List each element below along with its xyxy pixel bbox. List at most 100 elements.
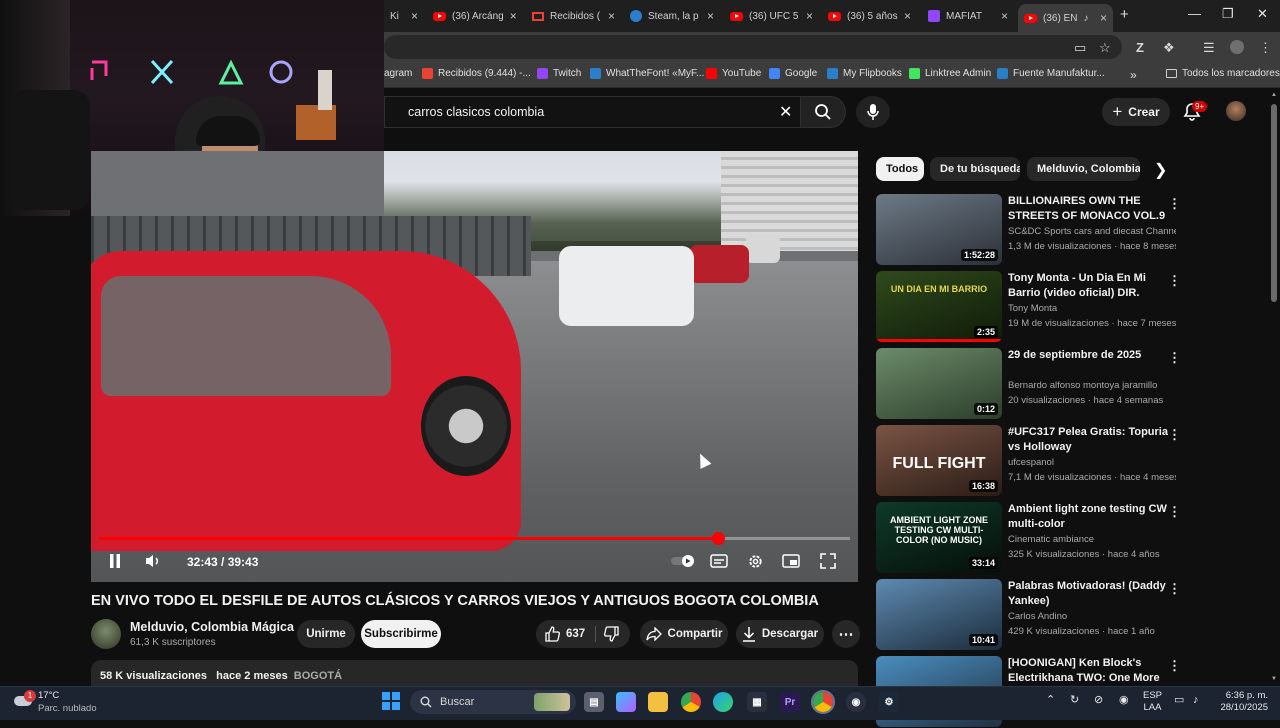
clock[interactable]: 6:36 p. m. 28/10/2025 [1214, 690, 1268, 714]
bookmark-item[interactable]: WhatTheFont! «MyF... [590, 68, 704, 79]
volume-button[interactable] [142, 551, 164, 571]
recommendation-item[interactable]: AMBIENT LIGHT ZONE TESTING CW MULTI-COLO… [876, 502, 1186, 574]
scroll-up-arrow-icon[interactable]: ▲ [1271, 92, 1277, 98]
chips-next-chevron-icon[interactable]: ❯ [1154, 160, 1167, 180]
bookmark-item[interactable]: My Flipbooks [827, 68, 902, 79]
weather-widget[interactable]: 1 [14, 690, 36, 710]
cast-icon[interactable]: ▭ [1074, 40, 1086, 56]
video-thumbnail[interactable]: AMBIENT LIGHT ZONE TESTING CW MULTI-COLO… [876, 502, 1002, 573]
recommendation-title[interactable]: Tony Monta - Un Dia En Mi Barrio (video … [1008, 271, 1168, 301]
taskbar-search[interactable]: Buscar [410, 690, 576, 714]
browser-tab[interactable]: MAFIAT × [922, 4, 1014, 28]
steam-icon[interactable]: ⚙ [879, 692, 899, 712]
tray-overflow-icon[interactable]: ⌃ [1046, 694, 1055, 706]
fullscreen-button[interactable] [818, 552, 838, 570]
close-tab-icon[interactable]: × [707, 9, 714, 23]
bookmark-item[interactable]: Linktree Admin [909, 68, 991, 79]
browser-tab[interactable]: Steam, la p × [624, 4, 720, 28]
account-avatar[interactable] [1226, 101, 1246, 121]
bookmarks-overflow-button[interactable]: » [1130, 68, 1137, 82]
browser-tab[interactable]: (36) UFC 5 × [724, 4, 819, 28]
video-thumbnail[interactable]: 0:12 [876, 348, 1002, 419]
recommendation-title[interactable]: #UFC317 Pelea Gratis: Topuria vs Hollowa… [1008, 425, 1168, 455]
video-player[interactable] [91, 151, 858, 582]
tray-sync-icon[interactable]: ↻ [1070, 694, 1079, 706]
recommendation-title[interactable]: [HOONIGAN] Ken Block's Electrikhana TWO:… [1008, 656, 1168, 686]
recommendation-item[interactable]: 0:12 29 de septiembre de 2025 Bernardo alf… [876, 348, 1186, 420]
extension-z-icon[interactable]: Z [1136, 40, 1144, 55]
miniplayer-button[interactable] [781, 552, 801, 570]
more-options-icon[interactable]: ⋮ [1168, 273, 1181, 289]
more-options-icon[interactable]: ⋮ [1168, 581, 1181, 597]
filter-chip[interactable]: Todos [876, 157, 924, 181]
voice-search-button[interactable] [856, 96, 890, 128]
recommendation-title[interactable]: Palabras Motivadoras! (Daddy Yankee) [1008, 579, 1168, 609]
bookmark-item[interactable]: YouTube [706, 68, 761, 79]
recommendation-item[interactable]: FULL FIGHT 16:38 #UFC317 Pelea Gratis: Top… [876, 425, 1186, 497]
recommendation-channel[interactable]: ufcespanol [1008, 457, 1176, 468]
network-icon[interactable]: ▭ [1174, 694, 1184, 706]
browser-tab[interactable]: (36) Arcáng × [427, 4, 522, 28]
bookmark-item[interactable]: Google [769, 68, 817, 79]
tray-mic-icon[interactable]: ◉ [1119, 694, 1129, 706]
recommendation-channel[interactable]: SC&DC Sports cars and diecast Channel [1008, 226, 1176, 237]
more-options-icon[interactable]: ⋮ [1168, 427, 1181, 443]
location-tag[interactable]: BOGOTÁ [294, 670, 342, 682]
recommendation-item[interactable]: UN DIA EN MI BARRIO 2:35 Tony Monta - Un D… [876, 271, 1186, 343]
chrome-active-icon[interactable] [811, 690, 835, 714]
more-options-icon[interactable]: ⋮ [1168, 658, 1181, 674]
video-thumbnail[interactable]: 1:52:28 [876, 194, 1002, 265]
close-tab-icon[interactable]: × [510, 9, 517, 23]
subscribe-button[interactable]: Subscribirme [361, 620, 441, 648]
subtitles-button[interactable] [709, 552, 729, 570]
close-tab-icon[interactable]: × [904, 9, 911, 23]
store-icon[interactable]: ▦ [747, 692, 767, 712]
tray-network-off-icon[interactable]: ⊘ [1094, 694, 1103, 706]
thumbs-down-icon[interactable] [604, 626, 620, 642]
search-input[interactable]: carros clasicos colombia ✕ [384, 96, 806, 128]
file-explorer-icon[interactable] [648, 692, 668, 712]
obs-icon[interactable]: ◉ [846, 692, 866, 712]
video-thumbnail[interactable]: UN DIA EN MI BARRIO 2:35 [876, 271, 1002, 342]
all-bookmarks-button[interactable]: Todos los marcadores [1166, 68, 1280, 79]
copilot-icon[interactable] [616, 692, 636, 712]
download-button[interactable]: Descargar [736, 620, 824, 648]
browser-tab[interactable]: (36) EN ♪ × [1018, 4, 1113, 32]
filter-chip[interactable]: De tu búsqueda [930, 157, 1020, 181]
settings-button[interactable] [745, 551, 765, 571]
more-options-icon[interactable]: ⋮ [1168, 196, 1181, 212]
chrome-icon[interactable] [681, 692, 701, 712]
clear-search-icon[interactable]: ✕ [779, 102, 792, 122]
start-button[interactable] [382, 692, 400, 710]
scrollbar-thumb[interactable] [1271, 104, 1277, 302]
close-tab-icon[interactable]: × [1100, 11, 1107, 25]
recommendation-channel[interactable]: Carlos Andino [1008, 611, 1176, 622]
browser-menu-icon[interactable]: ⋮ [1259, 40, 1272, 56]
browser-tab[interactable]: (36) 5 años × [822, 4, 917, 28]
extensions-puzzle-icon[interactable]: ❖ [1163, 40, 1175, 56]
profile-icon[interactable] [1230, 40, 1244, 54]
bookmark-star-icon[interactable]: ☆ [1099, 40, 1111, 56]
bookmark-item[interactable]: Recibidos (9.444) -... [422, 68, 531, 79]
search-button[interactable] [800, 96, 846, 128]
channel-avatar[interactable] [91, 619, 121, 649]
media-controls-icon[interactable]: ☰ [1203, 40, 1215, 56]
autoplay-toggle[interactable] [671, 552, 697, 570]
close-tab-icon[interactable]: × [806, 9, 813, 23]
close-tab-icon[interactable]: × [608, 9, 615, 23]
speaker-icon[interactable]: ♪ [1193, 694, 1199, 706]
keyboard-language[interactable]: ESP LAA [1143, 690, 1162, 714]
bookmark-item[interactable]: Fuente Manufaktur... [997, 68, 1105, 79]
create-button[interactable]: + Crear [1102, 98, 1170, 126]
more-options-icon[interactable]: ⋮ [1168, 350, 1181, 366]
recommendation-item[interactable]: 10:41 Palabras Motivadoras! (Daddy Yankee… [876, 579, 1186, 651]
filter-chip[interactable]: Melduvio, Colombia M [1027, 157, 1140, 181]
progress-scrubber[interactable] [711, 532, 725, 545]
like-count[interactable]: 637 [566, 628, 585, 640]
close-window-icon[interactable]: ✕ [1257, 6, 1268, 22]
recommendation-channel[interactable]: Bernardo alfonso montoya jaramillo [1008, 380, 1176, 391]
recommendation-channel[interactable]: Tony Monta [1008, 303, 1176, 314]
address-bar[interactable] [384, 35, 1122, 59]
recommendation-title[interactable]: 29 de septiembre de 2025 [1008, 348, 1168, 363]
recommendation-item[interactable]: 1:52:28 BILLIONAIRES OWN THE STREETS OF M… [876, 194, 1186, 266]
